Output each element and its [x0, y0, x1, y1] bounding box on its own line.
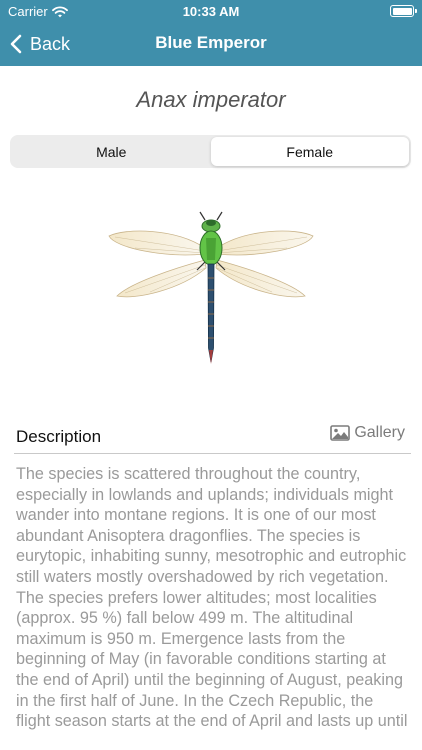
- navigation-bar: Carrier 10:33 AM Back Blue Emperor: [0, 0, 422, 66]
- dragonfly-illustration: [108, 211, 314, 364]
- description-header: Description Gallery: [14, 422, 411, 454]
- gallery-label: Gallery: [354, 424, 405, 441]
- description-heading: Description: [16, 427, 102, 446]
- segment-male[interactable]: Male: [12, 137, 211, 166]
- sex-segmented-control: Male Female: [10, 135, 411, 168]
- description-text: The species is scattered throughout the …: [16, 465, 408, 731]
- page-title: Blue Emperor: [155, 33, 267, 52]
- segment-female[interactable]: Female: [210, 137, 409, 166]
- image-icon: [330, 425, 351, 441]
- status-time: 10:33 AM: [182, 4, 240, 19]
- gallery-button[interactable]: Gallery: [330, 424, 405, 442]
- battery-icon: [390, 5, 417, 17]
- species-latin-name: Anax imperator: [136, 87, 286, 112]
- status-bar: Carrier 10:33 AM: [0, 0, 422, 22]
